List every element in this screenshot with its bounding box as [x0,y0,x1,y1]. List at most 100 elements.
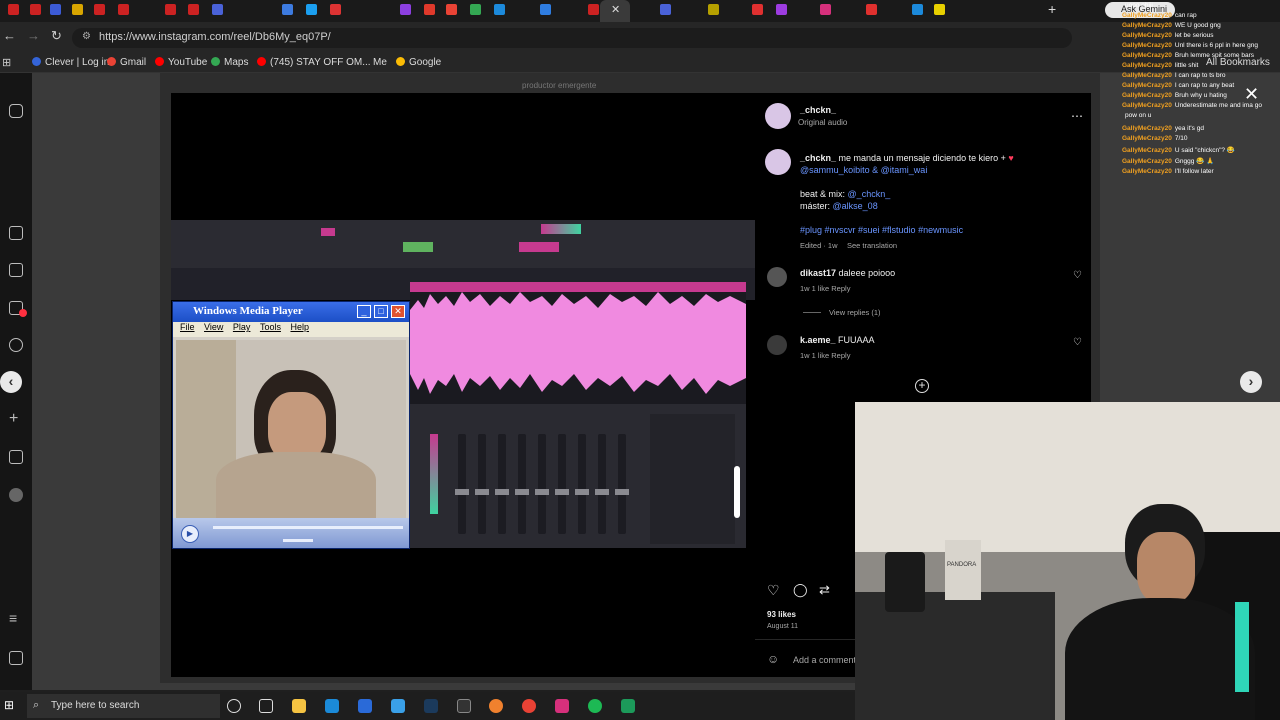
menu-file[interactable]: File [180,322,195,332]
audio-label[interactable]: Original audio [798,118,847,127]
tab-favicon[interactable] [446,4,457,15]
previous-post-arrow[interactable]: ‹ [0,371,22,393]
new-tab-icon[interactable]: + [1048,1,1056,17]
caption-avatar[interactable] [765,149,791,175]
see-translation-link[interactable]: See translation [847,241,897,250]
menu-play[interactable]: Play [233,322,251,332]
tab-favicon[interactable] [820,4,831,15]
dashboard-icon[interactable] [9,450,23,464]
taskbar-search[interactable]: ⌕ Type here to search [27,694,220,718]
task-view-icon[interactable] [259,699,273,713]
caption-mentions[interactable]: @sammu_koibito & @itami_wai [800,165,927,175]
bookmark-gmail[interactable]: Gmail [107,57,146,68]
fl-studio-icon[interactable] [489,699,503,713]
edge-icon[interactable] [325,699,339,713]
bookmark-maps[interactable]: Maps [211,57,248,68]
load-more-comments-icon[interactable]: + [915,379,929,393]
menu-view[interactable]: View [204,322,223,332]
tab-favicon[interactable] [94,4,105,15]
steam-icon[interactable] [424,699,438,713]
tab-favicon[interactable] [330,4,341,15]
search-icon[interactable] [9,338,23,352]
active-tab[interactable]: ✕ [600,0,630,22]
mail-icon[interactable] [391,699,405,713]
tab-favicon[interactable] [660,4,671,15]
tab-favicon[interactable] [588,4,599,15]
commenter-avatar[interactable] [767,335,787,355]
caption-hashtags[interactable]: #plug #nvscvr #suei #flstudio #newmusic [800,225,963,235]
comment-icon[interactable]: ◯ [793,582,808,598]
tab-favicon[interactable] [8,4,19,15]
add-comment-input[interactable]: Add a comment... [793,655,864,665]
obs-icon[interactable] [457,699,471,713]
comment-meta[interactable]: 1w 1 like Reply [800,284,850,293]
minimize-button[interactable]: _ [357,305,371,318]
tab-favicon[interactable] [934,4,945,15]
author-username[interactable]: _chckn_ [800,105,836,115]
comment-username[interactable]: k.aeme_ [800,335,836,345]
next-post-arrow[interactable]: › [1240,371,1262,393]
create-icon[interactable]: + [9,411,23,427]
tab-favicon[interactable] [866,4,877,15]
more-menu-icon[interactable]: ≡ [9,611,23,627]
reels-icon[interactable] [9,263,23,277]
tab-favicon[interactable] [30,4,41,15]
app-icon[interactable] [621,699,635,713]
seek-bar[interactable] [213,526,403,529]
comment-meta[interactable]: 1w 1 like Reply [800,351,850,360]
close-button[interactable]: ✕ [391,305,405,318]
back-icon[interactable]: ← [3,28,16,43]
tab-favicon[interactable] [282,4,293,15]
volume-slider[interactable] [734,466,740,518]
tab-favicon[interactable] [165,4,176,15]
tab-favicon[interactable] [306,4,317,15]
chrome-icon[interactable] [522,699,536,713]
tab-favicon[interactable] [912,4,923,15]
likes-count[interactable]: 93 likes [767,610,796,619]
address-bar[interactable]: ⚙ https://www.instagram.com/reel/Db6My_e… [72,28,1072,48]
home-icon[interactable] [9,226,23,240]
maximize-button[interactable]: □ [374,305,388,318]
spotify-icon[interactable] [588,699,602,713]
windows-start-icon[interactable]: ⊞ [4,698,14,712]
beat-mention[interactable]: @_chckn_ [848,189,891,199]
instagram-icon[interactable] [555,699,569,713]
master-mention[interactable]: @alkse_08 [833,201,878,211]
site-info-icon[interactable]: ⚙ [82,31,91,42]
file-explorer-icon[interactable] [292,699,306,713]
reload-icon[interactable]: ↻ [51,28,62,44]
tab-favicon[interactable] [540,4,551,15]
instagram-logo-icon[interactable] [9,104,23,118]
cortana-icon[interactable] [227,699,241,713]
bookmark-youtube-channel[interactable]: (745) STAY OFF OM... [257,57,371,68]
tab-favicon[interactable] [752,4,763,15]
tab-favicon[interactable] [424,4,435,15]
bookmark-google[interactable]: Google [396,57,441,68]
tab-favicon[interactable] [494,4,505,15]
bookmark-youtube[interactable]: YouTube [155,57,207,68]
apps-grid-icon[interactable]: ⊞ [2,56,11,69]
bookmark-clever[interactable]: Clever | Log in [32,57,109,68]
caption-username[interactable]: _chckn_ [800,153,836,163]
forward-icon[interactable]: → [27,28,40,43]
menu-help[interactable]: Help [290,322,309,332]
tab-favicon[interactable] [72,4,83,15]
wmp-volume[interactable] [283,539,313,542]
comment-username[interactable]: dikast17 [800,268,836,278]
bookmark-me[interactable]: Me [373,57,387,68]
tab-favicon[interactable] [470,4,481,15]
tab-favicon[interactable] [212,4,223,15]
menu-tools[interactable]: Tools [260,322,281,332]
also-from-meta-icon[interactable] [9,651,23,665]
play-button[interactable]: ▶ [181,525,199,543]
close-tab-icon[interactable]: ✕ [611,3,620,16]
author-avatar[interactable] [765,103,791,129]
view-replies-link[interactable]: View replies (1) [829,308,881,317]
store-icon[interactable] [358,699,372,713]
repost-icon[interactable]: ⇄ [819,582,830,598]
tab-favicon[interactable] [776,4,787,15]
comment-like-icon[interactable]: ♡ [1073,337,1082,348]
tab-favicon[interactable] [118,4,129,15]
comment-like-icon[interactable]: ♡ [1073,270,1082,281]
tab-favicon[interactable] [708,4,719,15]
